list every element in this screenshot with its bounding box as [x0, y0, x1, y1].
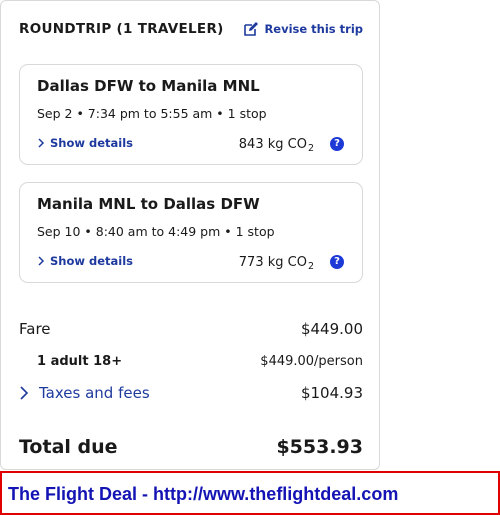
flight-times: Sep 10 • 8:40 am to 4:49 pm • 1 stop — [37, 224, 275, 239]
flight-card-return: Manila MNL to Dallas DFW Sep 10 • 8:40 a… — [19, 182, 363, 283]
trip-type-label: ROUNDTRIP (1 TRAVELER) — [19, 21, 224, 37]
taxes-toggle[interactable]: Taxes and fees — [19, 384, 150, 402]
fare-row: Fare $449.00 — [19, 318, 363, 340]
flight-route: Dallas DFW to Manila MNL — [37, 77, 260, 95]
co2-emissions: 773 kg CO 2 — [238, 255, 314, 272]
trip-summary-panel: ROUNDTRIP (1 TRAVELER) Revise this trip … — [0, 0, 380, 470]
adult-label: 1 adult 18+ — [37, 353, 123, 369]
taxes-label: Taxes and fees — [39, 384, 150, 402]
taxes-row: Taxes and fees $104.93 — [19, 382, 363, 404]
chevron-right-icon — [20, 386, 29, 400]
edit-icon — [244, 22, 259, 36]
co2-emissions: 843 kg CO 2 — [238, 137, 314, 154]
adult-fare-row: 1 adult 18+ $449.00/person — [19, 350, 363, 372]
chevron-right-icon — [38, 256, 45, 266]
fare-value: $449.00 — [300, 320, 363, 338]
total-label: Total due — [19, 436, 118, 458]
show-details-link[interactable]: Show details — [37, 254, 133, 268]
adult-value: $449.00/person — [260, 353, 363, 369]
co2-value: 773 kg CO — [238, 255, 307, 270]
co2-subscript: 2 — [307, 143, 314, 154]
trip-header: ROUNDTRIP (1 TRAVELER) Revise this trip — [19, 21, 363, 41]
fare-label: Fare — [19, 320, 51, 338]
total-row: Total due $553.93 — [19, 434, 363, 460]
revise-trip-label: Revise this trip — [264, 22, 363, 36]
banner-text: The Flight Deal - http://www.theflightde… — [8, 484, 399, 504]
flight-card-outbound: Dallas DFW to Manila MNL Sep 2 • 7:34 pm… — [19, 64, 363, 165]
co2-subscript: 2 — [307, 261, 314, 272]
total-value: $553.93 — [276, 436, 363, 458]
show-details-link[interactable]: Show details — [37, 136, 133, 150]
watermark-banner: The Flight Deal - http://www.theflightde… — [0, 471, 500, 515]
help-icon[interactable]: ? — [330, 137, 344, 151]
flight-route: Manila MNL to Dallas DFW — [37, 195, 260, 213]
chevron-right-icon — [38, 138, 45, 148]
show-details-label: Show details — [50, 254, 134, 268]
help-icon[interactable]: ? — [330, 255, 344, 269]
flight-times: Sep 2 • 7:34 pm to 5:55 am • 1 stop — [37, 106, 267, 121]
revise-trip-link[interactable]: Revise this trip — [243, 21, 363, 37]
co2-value: 843 kg CO — [238, 137, 307, 152]
show-details-label: Show details — [50, 136, 134, 150]
taxes-value: $104.93 — [300, 384, 363, 402]
